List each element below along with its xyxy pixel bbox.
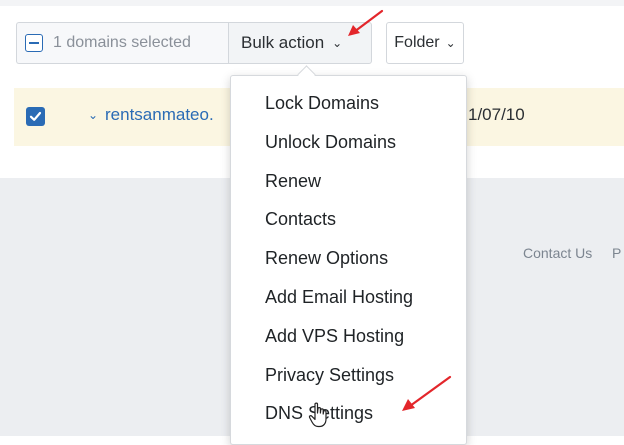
select-all-checkbox[interactable] <box>25 34 43 52</box>
folder-button[interactable]: Folder ⌄ <box>386 22 464 64</box>
hand-pointer-cursor-icon <box>308 402 327 428</box>
selection-control: 1 domains selected <box>16 22 228 64</box>
menu-item-lock-domains[interactable]: Lock Domains <box>231 84 466 123</box>
menu-item-renew[interactable]: Renew <box>231 162 466 201</box>
menu-item-add-vps-hosting[interactable]: Add VPS Hosting <box>231 317 466 356</box>
chevron-down-icon: ⌄ <box>332 36 343 50</box>
menu-item-contacts[interactable]: Contacts <box>231 200 466 239</box>
annotation-arrow-icon <box>348 9 384 36</box>
contact-us-link[interactable]: Contact Us <box>523 245 592 261</box>
menu-item-add-email-hosting[interactable]: Add Email Hosting <box>231 278 466 317</box>
selection-count-text: 1 domains selected <box>53 34 191 51</box>
menu-item-renew-options[interactable]: Renew Options <box>231 239 466 278</box>
row-date: 1/07/10 <box>468 105 525 124</box>
expand-chevron-icon[interactable]: ⌄ <box>88 108 98 122</box>
row-checkbox[interactable] <box>26 107 45 126</box>
checkmark-icon <box>29 111 42 121</box>
footer-link-partial[interactable]: P <box>612 245 621 261</box>
annotation-arrow-icon <box>402 375 452 411</box>
menu-item-unlock-domains[interactable]: Unlock Domains <box>231 123 466 162</box>
bulk-action-label: Bulk action <box>241 33 325 52</box>
domain-name-link[interactable]: rentsanmateo. <box>105 105 214 125</box>
chevron-down-icon: ⌄ <box>445 36 456 50</box>
folder-label: Folder <box>394 34 440 51</box>
